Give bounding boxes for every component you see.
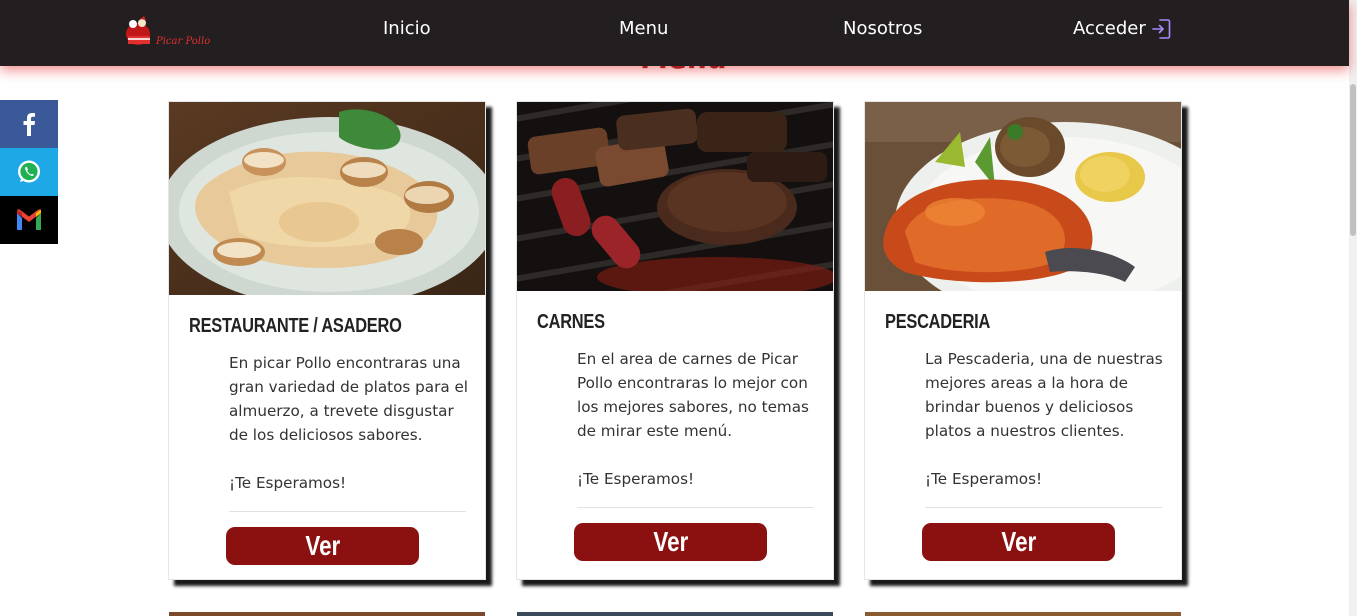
grilled-meat-image [517, 102, 833, 291]
whatsapp-icon [18, 160, 40, 183]
whatsapp-button[interactable] [0, 148, 58, 196]
logo[interactable]: Picar Pollo [122, 14, 212, 52]
facebook-icon [23, 113, 35, 136]
svg-text:Picar Pollo: Picar Pollo [155, 36, 210, 47]
next-card-peek [517, 612, 833, 616]
ver-button[interactable]: Ver [226, 527, 419, 565]
card-greeting: ¡Te Esperamos! [229, 474, 347, 492]
card-greeting: ¡Te Esperamos! [577, 470, 695, 488]
ver-button-label: Ver [653, 526, 688, 557]
gmail-icon [17, 209, 41, 230]
card-divider [229, 511, 466, 512]
card-description: La Pescaderia, una de nuestras mejores a… [925, 350, 1163, 440]
chicken-dish-image [169, 102, 485, 295]
menu-card-restaurante: RESTAURANTE / ASADERO En picar Pollo enc… [168, 101, 486, 580]
card-image [865, 102, 1181, 291]
nav-link-acceder-label: Acceder [1073, 18, 1146, 39]
nav-link-acceder[interactable]: Acceder [1073, 17, 1171, 41]
menu-card-pescaderia: PESCADERIA La Pescaderia, una de nuestra… [864, 101, 1182, 580]
menu-card-carnes: CARNES En el area de carnes de Picar Pol… [516, 101, 834, 580]
nav-link-menu[interactable]: Menu [619, 17, 668, 41]
nav-link-inicio[interactable]: Inicio [383, 17, 431, 41]
ver-button[interactable]: Ver [574, 523, 767, 561]
card-greeting: ¡Te Esperamos! [925, 470, 1043, 488]
card-divider [925, 507, 1162, 508]
ver-button-label: Ver [305, 530, 340, 561]
next-card-peek [865, 612, 1181, 616]
login-icon [1151, 19, 1171, 39]
card-image [517, 102, 833, 291]
scrollbar-thumb[interactable] [1350, 84, 1356, 236]
card-title: PESCADERIA [885, 311, 991, 333]
card-description: En el area de carnes de Picar Pollo enco… [577, 350, 809, 440]
facebook-button[interactable] [0, 100, 58, 148]
fish-dish-image [865, 102, 1181, 291]
ver-button-label: Ver [1001, 526, 1036, 557]
ver-button[interactable]: Ver [922, 523, 1115, 561]
social-sidebar [0, 100, 58, 244]
navbar: Picar Pollo Inicio Menu Nosotros Acceder [0, 0, 1349, 66]
card-divider [577, 507, 814, 508]
card-image [169, 102, 485, 295]
logo-image: Picar Pollo [126, 16, 210, 47]
card-title: RESTAURANTE / ASADERO [189, 315, 402, 337]
card-title: CARNES [537, 311, 605, 333]
card-description: En picar Pollo encontraras una gran vari… [229, 354, 469, 444]
nav-link-nosotros[interactable]: Nosotros [843, 17, 922, 41]
next-card-peek [169, 612, 485, 616]
gmail-button[interactable] [0, 196, 58, 244]
